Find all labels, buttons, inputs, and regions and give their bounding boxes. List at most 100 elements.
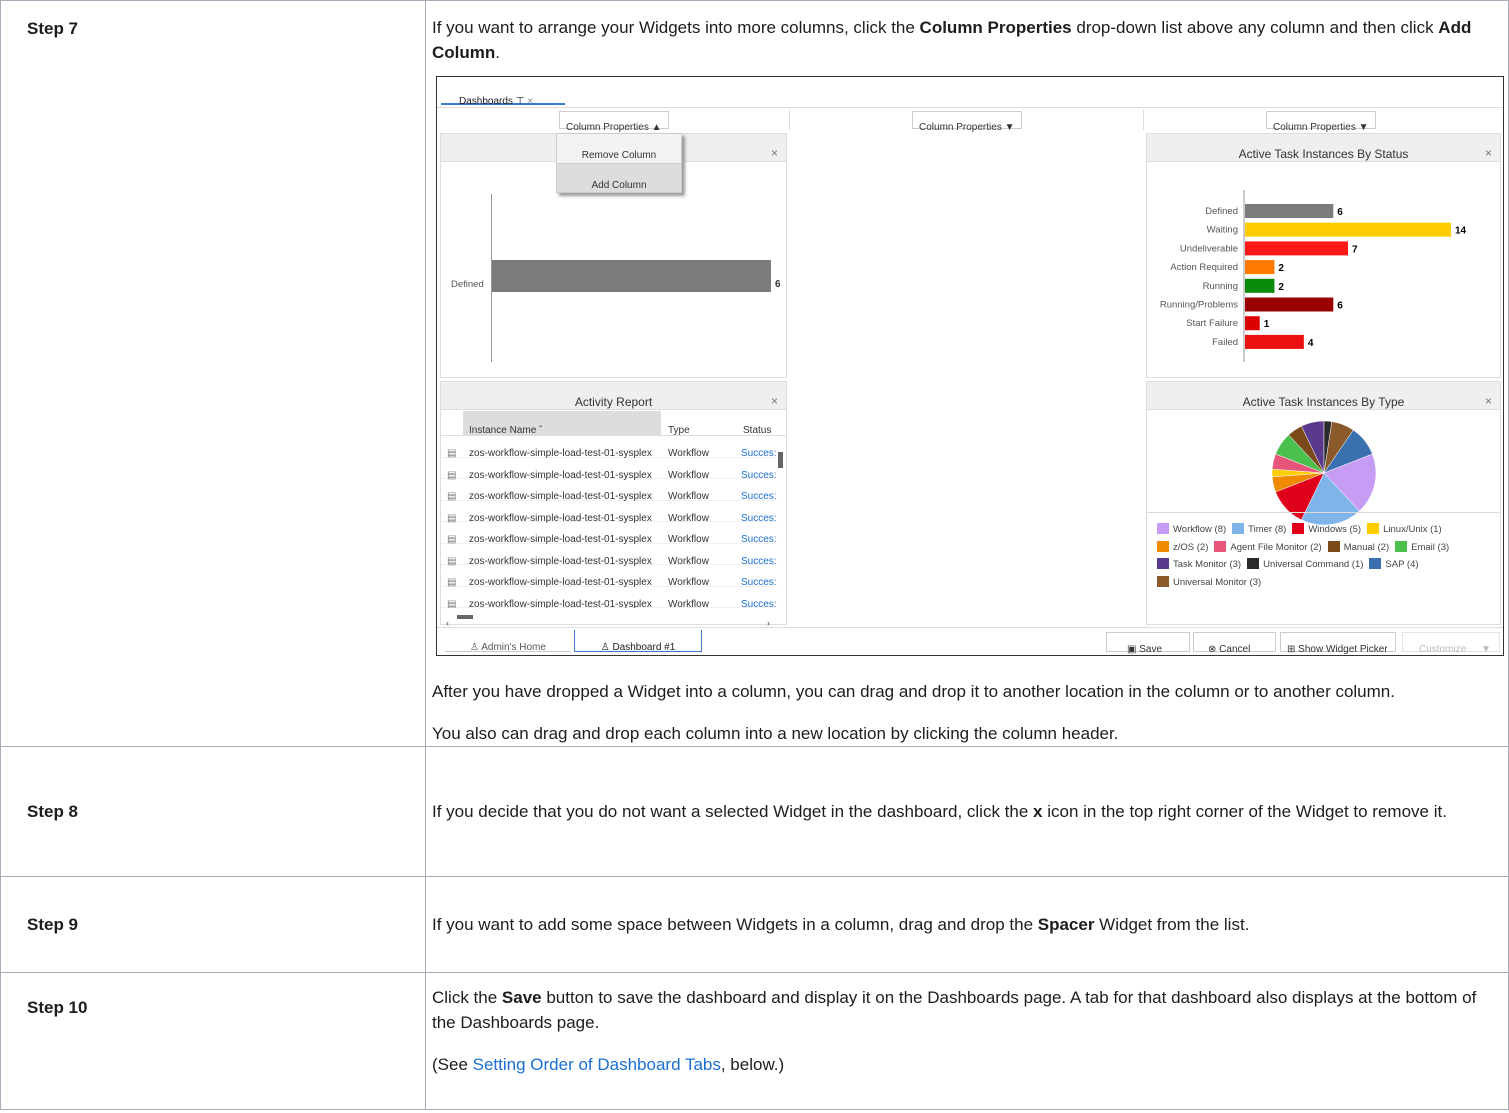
table-row[interactable]: ▤ zos-workflow-simple-load-test-01-sysple… bbox=[441, 436, 777, 459]
legend-label: Universal Command (1) bbox=[1263, 559, 1364, 570]
legend-item: Email (3) bbox=[1395, 539, 1449, 557]
legend-label: SAP (4) bbox=[1385, 559, 1419, 570]
close-icon[interactable]: × bbox=[1485, 389, 1492, 414]
activity-report-widget: Activity Report × Instance Name ˇ Type S… bbox=[440, 381, 787, 628]
bar bbox=[1245, 222, 1451, 237]
close-icon[interactable]: × bbox=[771, 141, 778, 166]
step-7-para-3: You also can drag and drop each column i… bbox=[432, 724, 1119, 743]
widget-picker-icon: ⊞ bbox=[1287, 644, 1296, 655]
data-label: 4 bbox=[1308, 338, 1314, 349]
step-label: Step 10 bbox=[0, 972, 426, 1110]
tick-label: Running/Problems bbox=[1160, 300, 1238, 311]
bar bbox=[1245, 316, 1260, 331]
table-row[interactable]: ▤ zos-workflow-simple-load-test-01-sysple… bbox=[441, 501, 777, 524]
activity-rows: ▤ zos-workflow-simple-load-test-01-sysple… bbox=[441, 436, 777, 608]
step-label: Step 9 bbox=[0, 876, 426, 973]
chevron-down-icon: ˇ bbox=[539, 425, 543, 436]
save-icon: ▣ bbox=[1127, 644, 1137, 655]
legend-swatch bbox=[1157, 575, 1169, 587]
tick-label: Waiting bbox=[1207, 225, 1238, 236]
chevron-down-icon: ▼ bbox=[1358, 122, 1369, 133]
admins-home-tab[interactable]: ♙ Admin's Home bbox=[445, 630, 571, 653]
bar-label: Defined bbox=[451, 279, 484, 290]
legend-swatch bbox=[1157, 558, 1169, 569]
legend-item: z/OS (2) bbox=[1157, 539, 1208, 557]
legend-item: Manual (2) bbox=[1327, 539, 1390, 557]
remove-column-menu-item[interactable]: Remove Column bbox=[557, 134, 681, 163]
tick-label: Running bbox=[1203, 281, 1238, 292]
type-chart-widget: Active Task Instances By Type × Workflow… bbox=[1146, 381, 1501, 625]
legend-swatch bbox=[1232, 523, 1245, 534]
legend-swatch bbox=[1247, 558, 1260, 569]
cancel-button[interactable]: ⊗ Cancel bbox=[1193, 632, 1276, 655]
chevron-down-icon: ▼ bbox=[1481, 644, 1491, 655]
legend-label: Email (3) bbox=[1411, 541, 1450, 553]
vertical-scrollbar[interactable] bbox=[775, 436, 785, 608]
save-button[interactable]: ▣ Save bbox=[1106, 632, 1190, 655]
data-label: 2 bbox=[1278, 263, 1284, 274]
tick-label: Defined bbox=[1205, 206, 1238, 217]
legend-label: Workflow (8) bbox=[1173, 524, 1227, 535]
legend-swatch bbox=[1157, 540, 1169, 552]
close-icon[interactable]: × bbox=[527, 96, 533, 107]
column-properties-dropdown-3[interactable]: Column Properties ▼ bbox=[1266, 111, 1376, 133]
bar bbox=[492, 260, 771, 292]
dashboard-1-tab[interactable]: ♙ Dashboard #1 bbox=[574, 630, 702, 653]
customize-dropdown[interactable]: Customize ▼ bbox=[1402, 632, 1500, 655]
legend-item: Agent File Monitor (2) bbox=[1214, 539, 1322, 557]
legend-label: z/OS (2) bbox=[1173, 541, 1209, 553]
data-label: 14 bbox=[1455, 226, 1467, 237]
legend-item: Universal Command (1) bbox=[1247, 556, 1363, 574]
status-bar-chart: Defined 6Waiting 14Undeliverable 7Action Re… bbox=[1160, 190, 1467, 362]
legend-item: Timer (8) bbox=[1232, 521, 1286, 539]
legend-label: Agent File Monitor (2) bbox=[1230, 541, 1322, 553]
chevron-down-icon: ▼ bbox=[1004, 122, 1015, 133]
step-label: Step 7 bbox=[0, 0, 426, 747]
horizontal-scrollbar[interactable]: ‹ › bbox=[441, 610, 786, 628]
bar-value: 6 bbox=[775, 279, 781, 290]
table-row[interactable]: ▤ zos-workflow-simple-load-test-01-sysple… bbox=[441, 565, 777, 588]
steps-table: Step 7 If you want to arrange your Widge… bbox=[0, 0, 1509, 1110]
instance-name-cell: zos-workflow-simple-load-test-01-sysplex bbox=[469, 598, 652, 609]
tick-label: Undeliverable bbox=[1180, 243, 1238, 254]
step-10-content: Click the Save button to save the dashbo… bbox=[425, 972, 1509, 1110]
type-cell: Workflow bbox=[668, 598, 709, 609]
cancel-icon: ⊗ bbox=[1208, 644, 1217, 655]
table-row[interactable]: ▤ zos-workflow-simple-load-test-01-sysple… bbox=[441, 544, 777, 567]
user-icon: ♙ bbox=[600, 642, 610, 653]
setting-order-link[interactable]: Setting Order of Dashboard Tabs bbox=[473, 1055, 721, 1074]
column-properties-dropdown-2[interactable]: Column Properties ▼ bbox=[912, 111, 1022, 133]
status-cell[interactable]: Succes: bbox=[741, 592, 777, 609]
column-properties-menu: Remove Column Add Column bbox=[556, 133, 682, 193]
table-row[interactable]: ▤ zos-workflow-simple-load-test-01-sysple… bbox=[441, 458, 777, 481]
column-properties-dropdown-1[interactable]: Column Properties ▲ bbox=[559, 111, 669, 133]
legend-item: Linux/Unix (1) bbox=[1367, 521, 1442, 539]
step-label: Step 8 bbox=[0, 746, 426, 877]
data-label: 1 bbox=[1264, 319, 1270, 330]
table-header: Instance Name ˇ Type Status bbox=[441, 411, 786, 436]
instance-name-header[interactable]: Instance Name ˇ bbox=[463, 411, 661, 436]
bottom-bar: ♙ Admin's Home ♙ Dashboard #1 ▣ Save ⊗ C… bbox=[437, 627, 1503, 655]
legend-label: Manual (2) bbox=[1343, 541, 1390, 553]
step-7-content: If you want to arrange your Widgets into… bbox=[425, 0, 1509, 747]
legend-label: Task Monitor (3) bbox=[1173, 559, 1242, 570]
data-label: 6 bbox=[1337, 207, 1343, 218]
dashboards-tab[interactable]: Dashboards ⊤ × bbox=[441, 81, 565, 107]
show-widget-picker-button[interactable]: ⊞ Show Widget Picker bbox=[1280, 632, 1396, 655]
bar bbox=[1245, 334, 1304, 349]
table-row[interactable]: ▤ zos-workflow-simple-load-test-01-sysple… bbox=[441, 587, 777, 609]
legend-item: Universal Monitor (3) bbox=[1157, 574, 1261, 592]
table-row[interactable]: ▤ zos-workflow-simple-load-test-01-sysple… bbox=[441, 479, 777, 502]
legend-item: Windows (5) bbox=[1292, 521, 1361, 539]
pin-icon[interactable]: ⊤ bbox=[516, 96, 525, 107]
status-chart-widget: Active Task Instances By Status × Define… bbox=[1146, 133, 1501, 378]
tick-label: Start Failure bbox=[1186, 318, 1238, 329]
bar bbox=[1245, 278, 1275, 293]
legend-label: Windows (5) bbox=[1308, 524, 1362, 535]
table-row[interactable]: ▤ zos-workflow-simple-load-test-01-sysple… bbox=[441, 522, 777, 545]
legend-item: Workflow (8) bbox=[1157, 521, 1226, 539]
tick-label: Failed bbox=[1212, 337, 1238, 348]
tick-label: Action Required bbox=[1170, 262, 1238, 273]
step-8-content: If you decide that you do not want a sel… bbox=[425, 746, 1509, 877]
step-9-content: If you want to add some space between Wi… bbox=[425, 876, 1509, 973]
